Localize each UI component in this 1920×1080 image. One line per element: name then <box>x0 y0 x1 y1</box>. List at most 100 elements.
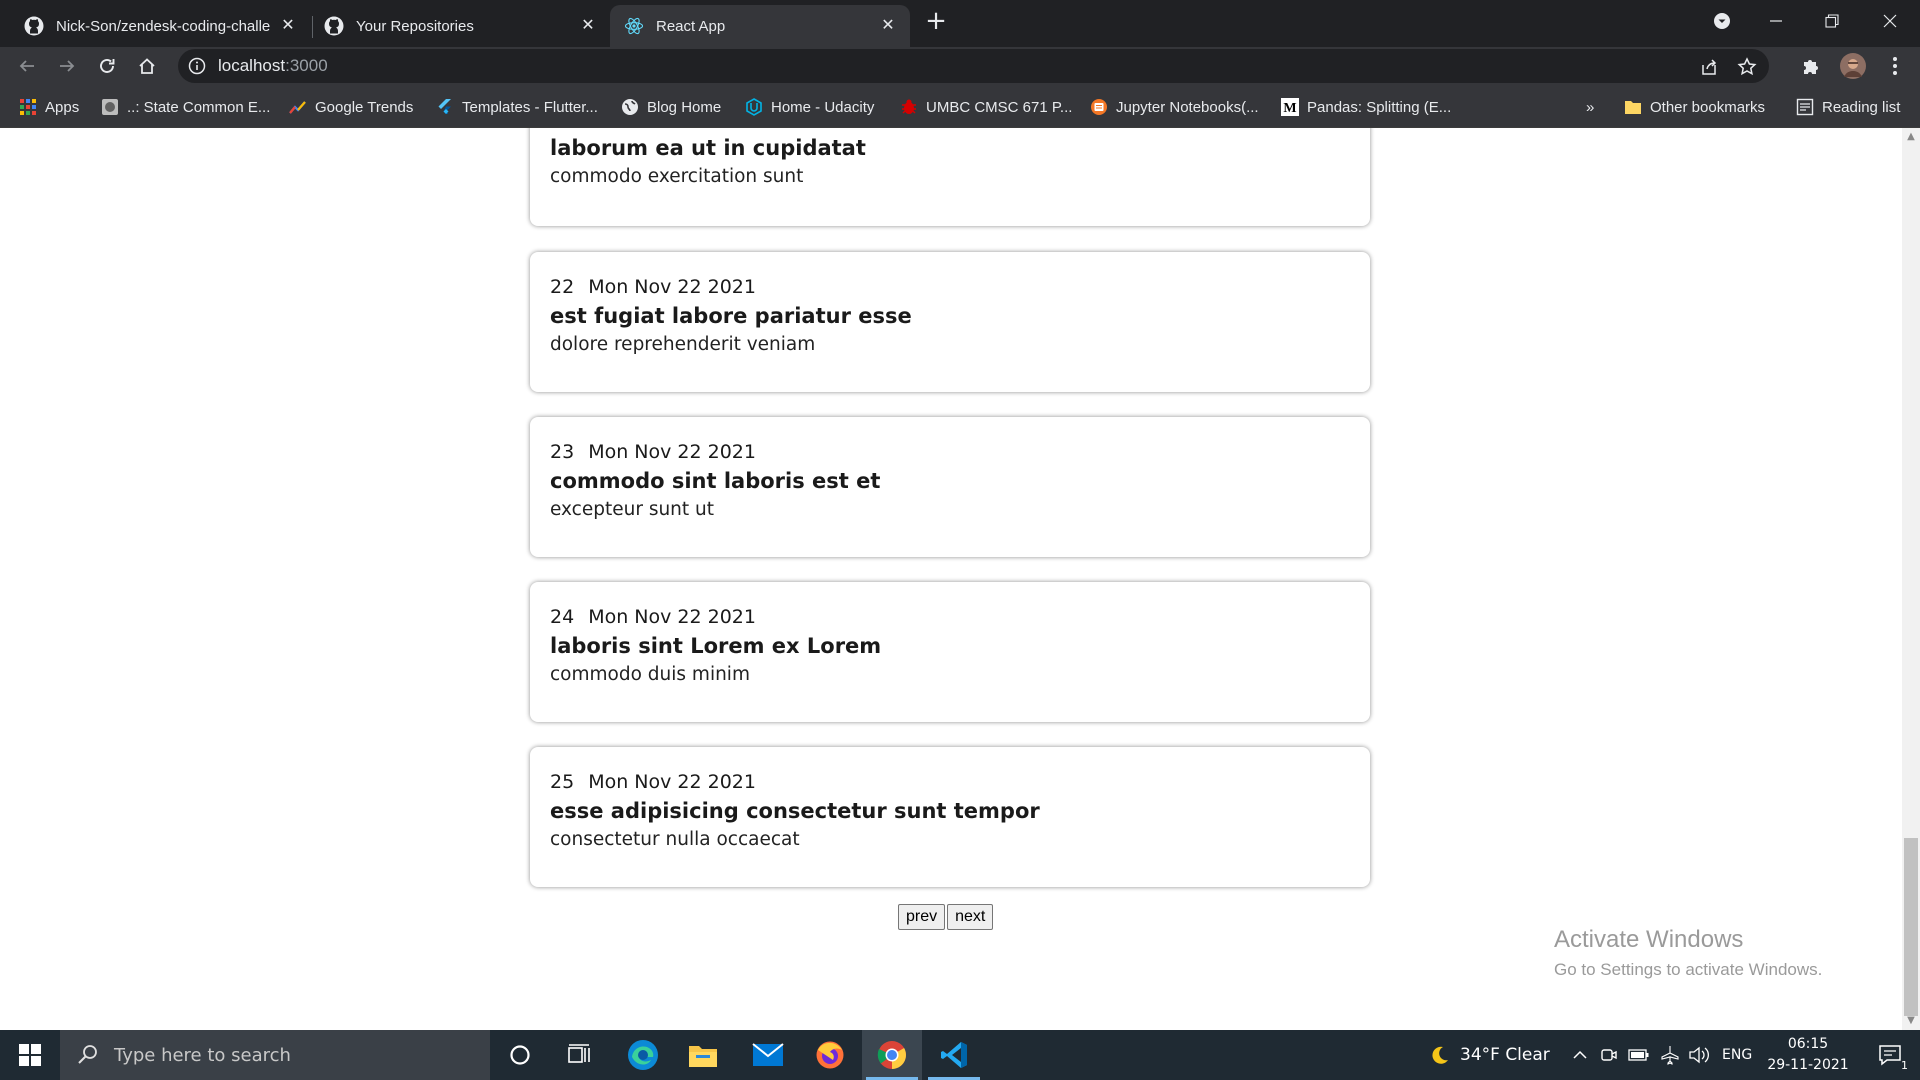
ticket-description: commodo exercitation sunt <box>550 166 804 187</box>
udacity-icon <box>746 98 762 116</box>
other-bookmarks-folder[interactable]: Other bookmarks <box>1624 96 1765 118</box>
scrollbar-thumb[interactable] <box>1904 838 1918 1016</box>
restore-button[interactable] <box>1806 0 1858 40</box>
search-icon <box>78 1045 97 1064</box>
system-tray-icons: ENG <box>1572 1030 1752 1080</box>
taskbar-firefox[interactable] <box>800 1030 860 1080</box>
ticket-id: 22 <box>550 276 575 298</box>
mail-icon <box>752 1043 784 1066</box>
tab-search-button[interactable] <box>1696 0 1748 40</box>
cortana-circle-icon <box>510 1045 530 1065</box>
taskbar-chrome[interactable] <box>862 1030 922 1080</box>
tab-zendesk-repo[interactable]: Nick-Son/zendesk-coding-challe ✕ <box>10 5 310 47</box>
bookmark-label: Apps <box>45 98 80 116</box>
medium-icon: M <box>1281 98 1299 116</box>
bookmark-udacity[interactable]: Home - Udacity <box>745 96 874 118</box>
close-window-button[interactable] <box>1864 0 1916 40</box>
volume-icon[interactable] <box>1688 1046 1710 1064</box>
close-tab-icon[interactable]: ✕ <box>280 18 296 34</box>
info-icon[interactable] <box>188 57 206 75</box>
reload-icon <box>100 59 115 73</box>
clock-date: 29-11-2021 <box>1767 1057 1849 1073</box>
ticket-card[interactable]: laborum ea ut in cupidatat commodo exerc… <box>530 128 1370 226</box>
activate-windows-watermark: Activate Windows Go to Settings to activ… <box>1554 926 1822 980</box>
taskbar-vscode[interactable] <box>924 1030 984 1080</box>
bookmark-pandas-splitting[interactable]: M Pandas: Splitting (E... <box>1281 96 1451 118</box>
next-button[interactable]: next <box>947 904 994 930</box>
bookmark-blog-home[interactable]: Blog Home <box>621 96 721 118</box>
tab-your-repositories[interactable]: Your Repositories ✕ <box>310 5 610 47</box>
cortana-button[interactable] <box>490 1030 550 1080</box>
chrome-menu-button[interactable] <box>1880 51 1910 81</box>
page-scrollbar[interactable]: ▲ ▼ <box>1902 128 1920 1030</box>
bookmarks-overflow-button[interactable]: » <box>1586 96 1594 118</box>
bookmark-label: Home - Udacity <box>771 98 875 116</box>
battery-icon[interactable] <box>1628 1048 1650 1062</box>
new-tab-button[interactable]: + <box>922 8 950 36</box>
bookmark-label: UMBC CMSC 671 P... <box>926 98 1073 116</box>
scroll-down-arrow-icon[interactable]: ▼ <box>1906 1016 1916 1026</box>
start-button[interactable] <box>0 1030 60 1080</box>
ticket-card[interactable]: 23 Mon Nov 22 2021 commodo sint laboris e… <box>530 417 1370 557</box>
flutter-icon <box>438 99 451 114</box>
share-icon[interactable] <box>1699 57 1719 77</box>
system-clock[interactable]: 06:15 29-11-2021 <box>1766 1034 1850 1076</box>
forward-button[interactable] <box>52 51 82 81</box>
taskbar-search-box[interactable]: Type here to search <box>60 1030 490 1080</box>
close-icon <box>1883 14 1897 27</box>
folder-icon <box>689 1046 717 1067</box>
scroll-up-arrow-icon[interactable]: ▲ <box>1906 132 1916 142</box>
task-view-button[interactable] <box>550 1030 610 1080</box>
bookmark-jupyter[interactable]: Jupyter Notebooks(... <box>1090 96 1259 118</box>
kebab-menu-icon <box>1893 57 1897 75</box>
home-button[interactable] <box>132 51 162 81</box>
apps-grid-icon <box>20 99 36 115</box>
svg-text:M: M <box>1283 101 1296 116</box>
bookmark-label: Jupyter Notebooks(... <box>1116 98 1259 116</box>
bookmark-star-icon[interactable] <box>1737 57 1757 77</box>
ticket-meta: 25 Mon Nov 22 2021 <box>550 771 756 793</box>
minimize-icon <box>1770 19 1782 22</box>
reading-list-icon <box>1796 98 1814 116</box>
back-button[interactable] <box>12 51 42 81</box>
ticket-date: Mon Nov 22 2021 <box>588 771 756 793</box>
bookmark-flutter-templates[interactable]: Templates - Flutter... <box>436 96 598 118</box>
notification-icon <box>1879 1045 1901 1066</box>
weather-widget[interactable]: 34°F Clear <box>1428 1030 1550 1080</box>
url-text[interactable]: localhost:3000 <box>218 56 328 76</box>
bookmark-apps[interactable]: Apps <box>19 96 79 118</box>
close-tab-icon[interactable]: ✕ <box>580 18 596 34</box>
taskbar-mail[interactable] <box>738 1030 798 1080</box>
profile-avatar[interactable] <box>1838 51 1868 81</box>
bookmark-label: Reading list <box>1822 98 1901 116</box>
tab-title: Your Repositories <box>356 17 474 35</box>
taskbar-file-explorer[interactable] <box>673 1030 733 1080</box>
ticket-card[interactable]: 24 Mon Nov 22 2021 laboris sint Lorem ex … <box>530 582 1370 722</box>
bookmark-label: Templates - Flutter... <box>462 98 598 116</box>
chevron-up-icon[interactable] <box>1572 1047 1588 1063</box>
close-tab-icon[interactable]: ✕ <box>880 18 896 34</box>
tab-react-app[interactable]: React App ✕ <box>610 5 910 47</box>
ticket-subject: laborum ea ut in cupidatat <box>550 136 866 160</box>
bookmark-state-common[interactable]: ..: State Common E... <box>101 96 270 118</box>
taskbar-edge[interactable] <box>613 1030 673 1080</box>
address-bar[interactable]: localhost:3000 <box>178 49 1769 83</box>
reload-button[interactable] <box>92 51 122 81</box>
language-indicator[interactable]: ENG <box>1722 1047 1752 1063</box>
reading-list-button[interactable]: Reading list <box>1796 96 1900 118</box>
bug-icon <box>902 99 916 114</box>
airplane-mode-icon[interactable] <box>1660 1045 1680 1065</box>
meet-now-icon[interactable] <box>1600 1046 1618 1064</box>
clock-time: 06:15 <box>1787 1036 1829 1052</box>
action-center-button[interactable]: 1 <box>1862 1030 1918 1080</box>
bookmark-google-trends[interactable]: Google Trends <box>289 96 413 118</box>
extensions-button[interactable] <box>1796 51 1826 81</box>
ticket-description: dolore reprehenderit veniam <box>550 334 816 355</box>
bookmark-umbc-cmsc[interactable]: UMBC CMSC 671 P... <box>900 96 1072 118</box>
ticket-meta: 23 Mon Nov 22 2021 <box>550 441 756 463</box>
ticket-card[interactable]: 25 Mon Nov 22 2021 esse adipisicing conse… <box>530 747 1370 887</box>
jupyter-icon <box>1091 99 1107 115</box>
ticket-card[interactable]: 22 Mon Nov 22 2021 est fugiat labore pari… <box>530 252 1370 392</box>
prev-button[interactable]: prev <box>898 904 946 930</box>
minimize-button[interactable] <box>1750 0 1802 40</box>
